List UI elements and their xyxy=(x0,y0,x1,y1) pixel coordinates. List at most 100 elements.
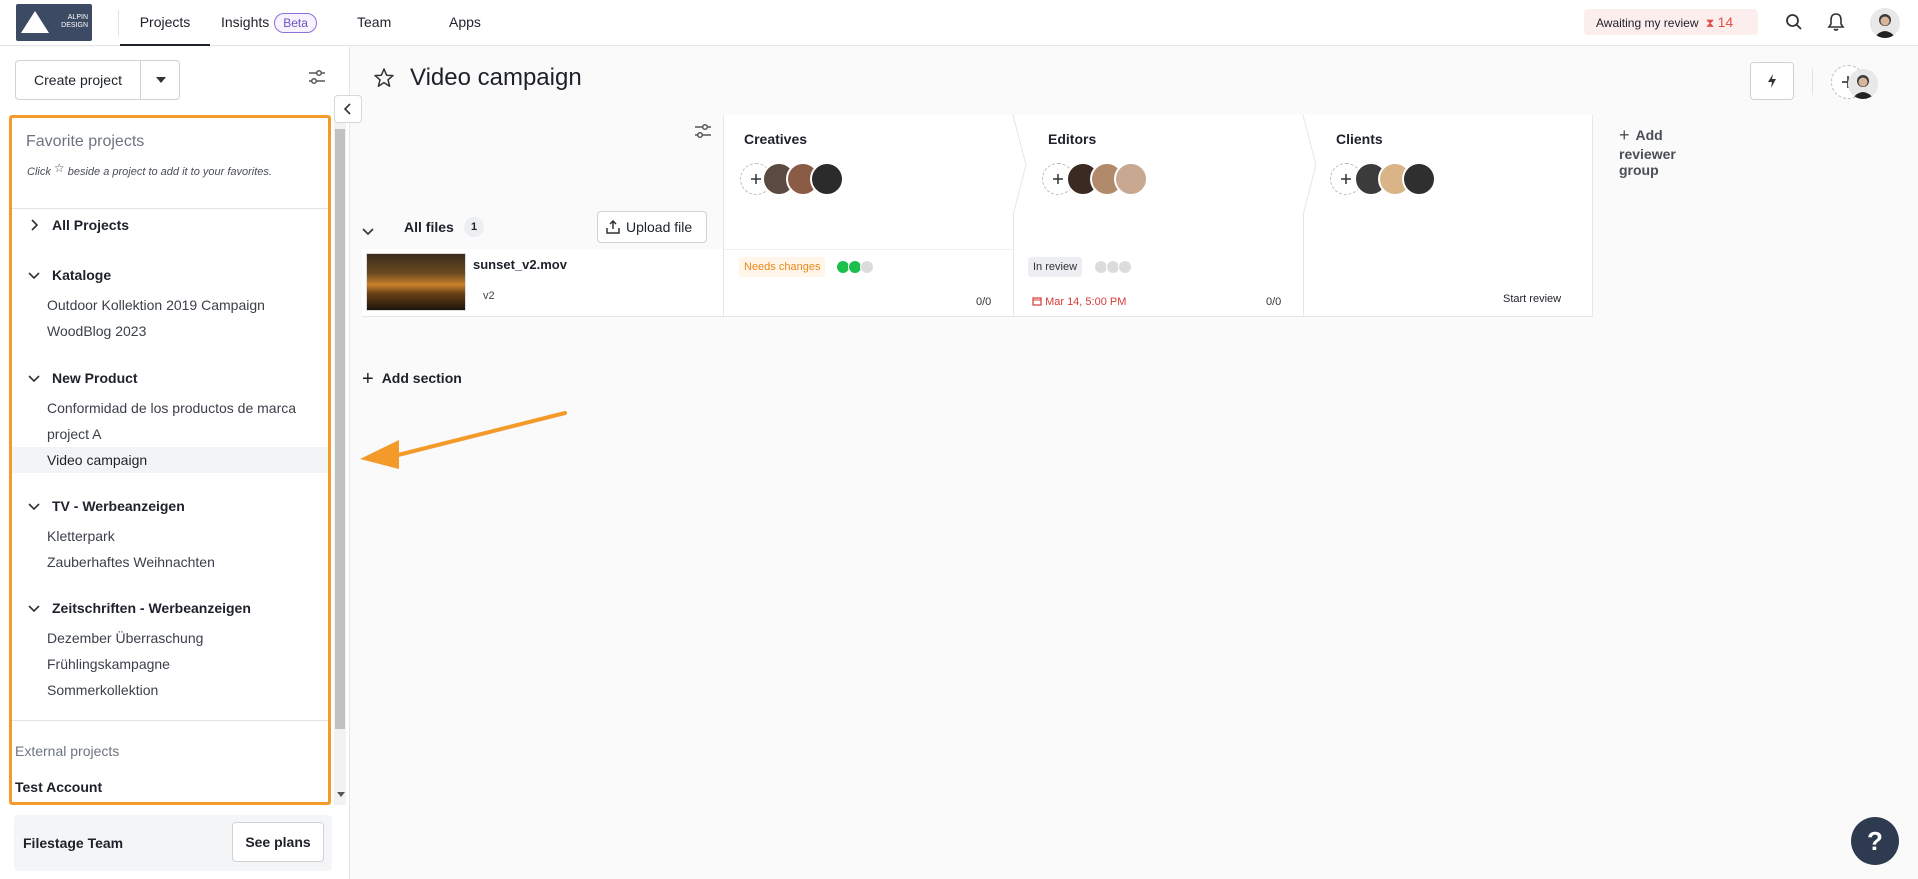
column-title: Creatives xyxy=(744,131,808,147)
mountain-logo-icon xyxy=(21,11,49,33)
create-project-button[interactable]: Create project xyxy=(16,61,141,99)
calendar-icon xyxy=(1032,297,1042,306)
column-title: Editors xyxy=(1048,131,1097,147)
file-version[interactable]: v2 xyxy=(483,290,495,302)
project-item[interactable]: Zauberhaftes Weihnachten xyxy=(12,549,328,575)
chevron-right-icon xyxy=(26,217,42,233)
favorite-star-icon[interactable] xyxy=(373,67,395,94)
status-badge-needs-changes[interactable]: Needs changes xyxy=(739,257,826,277)
project-item[interactable]: Dezember Überraschung xyxy=(12,625,328,651)
comment-count: 0/0 xyxy=(1266,296,1282,308)
column-editors: Editors xyxy=(1013,115,1303,317)
search-icon[interactable] xyxy=(1782,10,1806,34)
project-item[interactable]: project A xyxy=(12,421,328,447)
projects-panel: Favorite projects Click ☆ beside a proje… xyxy=(9,115,331,805)
plus-icon xyxy=(1341,174,1351,184)
divider xyxy=(1812,69,1813,95)
external-projects-title: External projects xyxy=(15,743,120,759)
group-zeitschriften[interactable]: Zeitschriften - Werbeanzeigen xyxy=(26,600,251,616)
add-reviewer-group-button[interactable]: + Add reviewer group xyxy=(1619,125,1676,178)
nav-team[interactable]: Team xyxy=(357,0,391,46)
plus-icon xyxy=(751,174,761,184)
plus-icon: + xyxy=(362,368,374,390)
awaiting-review-badge[interactable]: Awaiting my review ⧗ 14 xyxy=(1584,9,1758,35)
reviewer-avatar[interactable] xyxy=(1114,162,1148,196)
nav-insights[interactable]: Insights Beta xyxy=(221,0,317,46)
project-item[interactable]: Outdoor Kollektion 2019 Campaign xyxy=(12,292,328,318)
favorites-title: Favorite projects xyxy=(26,133,145,150)
user-avatar[interactable] xyxy=(1870,8,1900,38)
plus-icon xyxy=(1053,174,1063,184)
project-item[interactable]: Frühlingskampagne xyxy=(12,651,328,677)
sidebar: Create project Favorite projects Click ☆… xyxy=(0,47,362,879)
reviewer-status-dot xyxy=(860,260,874,274)
external-project-item[interactable]: Test Account xyxy=(15,779,102,795)
scroll-down-arrow-icon[interactable] xyxy=(337,792,345,797)
upload-file-button[interactable]: Upload file xyxy=(597,211,707,243)
chevron-down-icon xyxy=(26,600,42,616)
column-settings-icon[interactable] xyxy=(694,123,712,144)
upload-icon xyxy=(606,220,620,234)
scrollbar-thumb[interactable] xyxy=(335,129,345,729)
review-board: All files 1 Upload file sunset_v2.mov v2… xyxy=(362,115,1676,320)
group-new-product[interactable]: New Product xyxy=(26,370,138,386)
chevron-down-icon xyxy=(26,267,42,283)
project-item[interactable]: WoodBlog 2023 xyxy=(12,318,328,344)
column-creatives: Creatives xyxy=(723,115,1013,317)
star-icon: ☆ xyxy=(53,161,65,175)
file-name[interactable]: sunset_v2.mov xyxy=(473,257,567,272)
team-plan-box: Filestage Team See plans xyxy=(14,815,332,871)
add-section-button[interactable]: + Add section xyxy=(362,368,462,391)
reviewer-status-dot xyxy=(1118,260,1132,274)
file-thumbnail[interactable] xyxy=(366,253,466,311)
status-badge-in-review[interactable]: In review xyxy=(1028,257,1083,277)
help-button[interactable]: ? xyxy=(1851,817,1899,865)
divider xyxy=(12,720,328,721)
chevron-down-icon xyxy=(26,498,42,514)
company-logo[interactable]: ALPIN DESIGN xyxy=(16,4,92,41)
nav-apps[interactable]: Apps xyxy=(449,0,481,46)
group-tv-werbeanzeigen[interactable]: TV - Werbeanzeigen xyxy=(26,498,185,514)
member-avatar[interactable] xyxy=(1848,69,1878,99)
project-item[interactable]: Kletterpark xyxy=(12,523,328,549)
awaiting-count: 14 xyxy=(1717,14,1734,30)
column-clients: Clients xyxy=(1303,115,1593,317)
automation-button[interactable] xyxy=(1750,62,1794,100)
project-item-selected[interactable]: Video campaign xyxy=(12,447,328,473)
chevron-down-icon[interactable] xyxy=(362,223,374,241)
team-name: Filestage Team xyxy=(23,835,124,851)
lightning-icon xyxy=(1768,74,1776,88)
bell-icon[interactable] xyxy=(1824,10,1848,34)
reviewer-avatar[interactable] xyxy=(810,162,844,196)
column-arrow-icon xyxy=(1302,115,1317,215)
divider xyxy=(12,208,328,209)
page-title: Video campaign xyxy=(410,64,582,91)
favorites-hint: Click ☆ beside a project to add it to yo… xyxy=(27,161,272,178)
section-title: All files xyxy=(404,219,454,235)
logo-text: ALPIN DESIGN xyxy=(61,14,88,29)
plus-icon: + xyxy=(1619,125,1630,145)
filter-settings-icon[interactable] xyxy=(308,69,326,90)
divider xyxy=(724,249,1013,250)
create-project-dropdown[interactable] xyxy=(142,61,180,99)
column-arrow-icon xyxy=(1012,115,1027,215)
annotation-arrow-icon xyxy=(360,411,567,469)
create-project-group: Create project xyxy=(15,60,180,100)
chevron-down-icon xyxy=(26,370,42,386)
beta-badge: Beta xyxy=(274,13,317,33)
project-item[interactable]: Sommerkollektion xyxy=(12,677,328,703)
start-review-button[interactable]: Start review xyxy=(1503,293,1561,305)
group-kataloge[interactable]: Kataloge xyxy=(26,267,111,283)
nav-projects[interactable]: Projects xyxy=(120,0,210,46)
caret-down-icon xyxy=(156,77,166,83)
see-plans-button[interactable]: See plans xyxy=(232,822,324,862)
all-projects-toggle[interactable]: All Projects xyxy=(26,217,129,233)
column-title: Clients xyxy=(1336,131,1383,147)
due-date[interactable]: Mar 14, 5:00 PM xyxy=(1032,296,1126,308)
divider xyxy=(118,10,119,36)
reviewer-avatar[interactable] xyxy=(1402,162,1436,196)
hourglass-icon: ⧗ xyxy=(1705,16,1715,30)
section-count: 1 xyxy=(464,217,484,237)
collapse-sidebar-button[interactable] xyxy=(334,95,362,123)
project-item[interactable]: Conformidad de los productos de marca xyxy=(12,395,328,421)
